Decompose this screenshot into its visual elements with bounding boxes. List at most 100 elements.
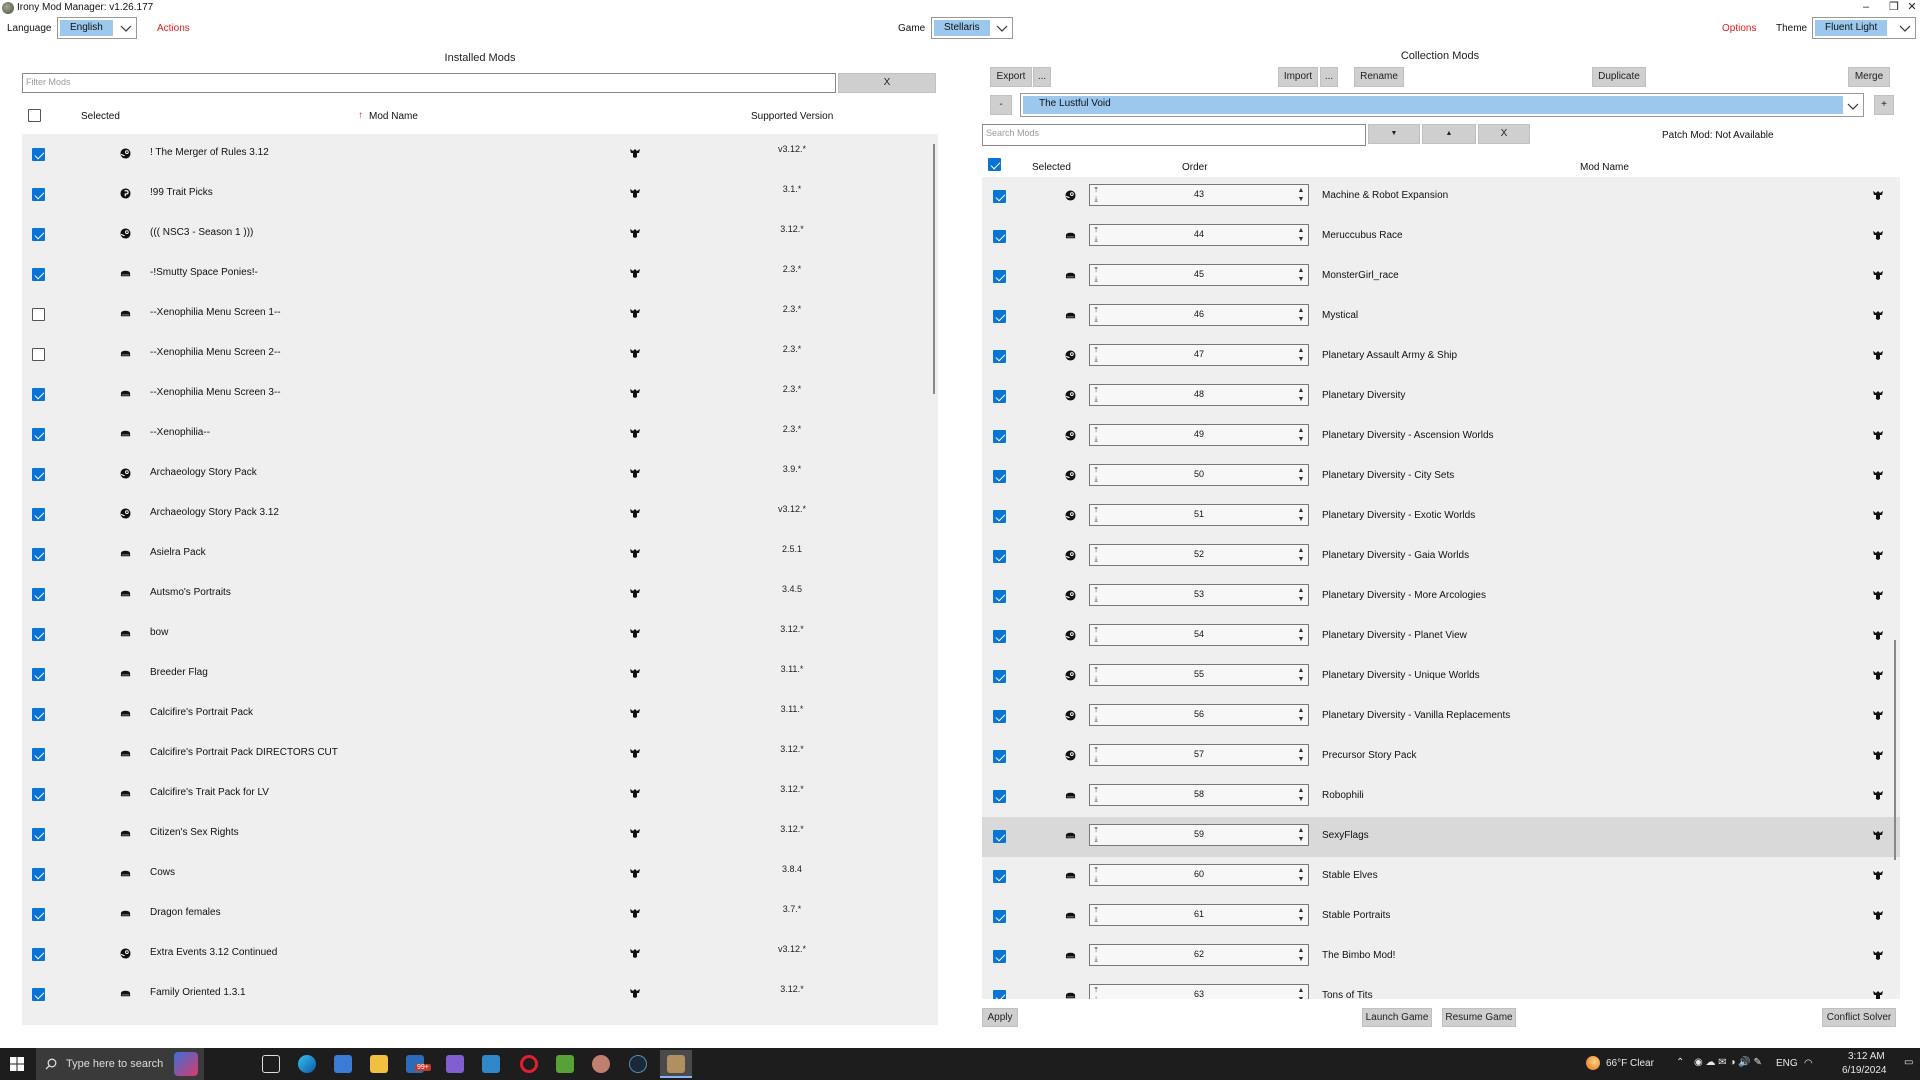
order-stepper[interactable]: ⤒ ⤓ 49 ▲ ▼ — [1089, 424, 1309, 446]
table-row[interactable]: ⤒ ⤓ 48 ▲ ▼ Planetary Diversity — [982, 377, 1900, 417]
order-stepper[interactable]: ⤒ ⤓ 57 ▲ ▼ — [1089, 744, 1309, 766]
table-row[interactable]: --Xenophilia Menu Screen 1-- 2.3.* — [22, 294, 938, 334]
table-row[interactable]: ⤒ ⤓ 50 ▲ ▼ Planetary Diversity - City Sets — [982, 457, 1900, 497]
table-row[interactable]: --Xenophilia Menu Screen 2-- 2.3.* — [22, 334, 938, 374]
order-stepper[interactable]: ⤒ ⤓ 54 ▲ ▼ — [1089, 624, 1309, 646]
clock-date[interactable]: 6/19/2024 — [1842, 1065, 1887, 1076]
table-row[interactable]: Autsmo's Portraits 3.4.5 — [22, 574, 938, 614]
table-row[interactable]: Archaeology Story Pack 3.9.* — [22, 454, 938, 494]
stepper-arrows-icon[interactable]: ▲▼ — [1296, 626, 1306, 644]
import-button[interactable]: Import — [1278, 67, 1318, 87]
mod-select-checkbox[interactable] — [32, 908, 45, 921]
mod-select-checkbox[interactable] — [32, 788, 45, 801]
move-top-bottom-icon[interactable]: ⤒⤓ — [1092, 946, 1100, 964]
search-down-button[interactable]: ▼ — [1368, 124, 1420, 144]
stepper-arrows-icon[interactable]: ▲▼ — [1296, 586, 1306, 604]
table-row[interactable]: ⤒ ⤓ 49 ▲ ▼ Planetary Diversity - Ascension Wo… — [982, 417, 1900, 457]
table-row[interactable]: ⤒ ⤓ 62 ▲ ▼ The Bimbo Mod! — [982, 937, 1900, 977]
mod-select-checkbox[interactable] — [32, 668, 45, 681]
stepper-arrows-icon[interactable]: ▲▼ — [1296, 946, 1306, 964]
table-row[interactable]: ⤒ ⤓ 52 ▲ ▼ Planetary Diversity - Gaia Worlds — [982, 537, 1900, 577]
table-row[interactable]: ((( NSC3 - Season 1 ))) 3.12.* — [22, 214, 938, 254]
order-stepper[interactable]: ⤒ ⤓ 58 ▲ ▼ — [1089, 784, 1309, 806]
order-value[interactable]: 54 — [1110, 629, 1288, 639]
mod-select-checkbox[interactable] — [993, 990, 1006, 999]
mod-select-checkbox[interactable] — [993, 350, 1006, 363]
export-button[interactable]: Export — [990, 67, 1032, 87]
mod-select-checkbox[interactable] — [32, 708, 45, 721]
stepper-arrows-icon[interactable]: ▲▼ — [1296, 786, 1306, 804]
order-value[interactable]: 55 — [1110, 669, 1288, 679]
order-stepper[interactable]: ⤒ ⤓ 47 ▲ ▼ — [1089, 344, 1309, 366]
stepper-arrows-icon[interactable]: ▲▼ — [1296, 266, 1306, 284]
duplicate-button[interactable]: Duplicate — [1592, 67, 1646, 87]
order-stepper[interactable]: ⤒ ⤓ 56 ▲ ▼ — [1089, 704, 1309, 726]
table-row[interactable]: Calcifire's Portrait Pack 3.11.* — [22, 694, 938, 734]
move-top-bottom-icon[interactable]: ⤒⤓ — [1092, 626, 1100, 644]
mod-select-checkbox[interactable] — [32, 188, 45, 201]
options-menu[interactable]: Options — [1722, 23, 1756, 34]
notifications-icon[interactable]: ▭ — [1904, 1057, 1913, 1068]
move-top-bottom-icon[interactable]: ⤒⤓ — [1092, 266, 1100, 284]
table-row[interactable]: Asielra Pack 2.5.1 — [22, 534, 938, 574]
game-select[interactable]: Stellaris — [931, 17, 1013, 39]
mod-select-checkbox[interactable] — [993, 430, 1006, 443]
table-row[interactable]: Calcifire's Portrait Pack DIRECTORS CUT 3… — [22, 734, 938, 774]
table-row[interactable]: ⤒ ⤓ 55 ▲ ▼ Planetary Diversity - Unique World… — [982, 657, 1900, 697]
stepper-arrows-icon[interactable]: ▲▼ — [1296, 426, 1306, 444]
edge-icon[interactable] — [298, 1055, 316, 1073]
table-row[interactable]: Breeder Flag 3.11.* — [22, 654, 938, 694]
apply-button[interactable]: Apply — [982, 1008, 1018, 1027]
order-value[interactable]: 57 — [1110, 749, 1288, 759]
col-mod-name-header[interactable]: Mod Name — [1580, 162, 1629, 173]
installed-scrollbar[interactable] — [933, 144, 935, 394]
mod-select-checkbox[interactable] — [993, 510, 1006, 523]
stepper-arrows-icon[interactable]: ▲▼ — [1296, 986, 1306, 999]
stepper-arrows-icon[interactable]: ▲▼ — [1296, 666, 1306, 684]
mod-select-checkbox[interactable] — [32, 388, 45, 401]
mod-select-checkbox[interactable] — [32, 868, 45, 881]
table-row[interactable]: ⤒ ⤓ 56 ▲ ▼ Planetary Diversity - Vanilla Repl… — [982, 697, 1900, 737]
order-value[interactable]: 48 — [1110, 389, 1288, 399]
order-stepper[interactable]: ⤒ ⤓ 44 ▲ ▼ — [1089, 224, 1309, 246]
table-row[interactable]: ⤒ ⤓ 44 ▲ ▼ Meruccubus Race — [982, 217, 1900, 257]
table-row[interactable]: ⤒ ⤓ 61 ▲ ▼ Stable Portraits — [982, 897, 1900, 937]
order-stepper[interactable]: ⤒ ⤓ 53 ▲ ▼ — [1089, 584, 1309, 606]
order-value[interactable]: 44 — [1110, 229, 1288, 239]
language-select[interactable]: English — [57, 17, 137, 39]
chevron-up-icon[interactable]: ⌃ — [1676, 1057, 1684, 1068]
move-top-bottom-icon[interactable]: ⤒⤓ — [1092, 986, 1100, 999]
game-app-icon[interactable] — [592, 1055, 610, 1073]
add-collection-button[interactable]: + — [1874, 95, 1894, 115]
media-player-icon[interactable] — [446, 1055, 464, 1073]
mod-select-checkbox[interactable] — [32, 548, 45, 561]
mod-select-checkbox[interactable] — [993, 270, 1006, 283]
mod-select-checkbox[interactable] — [993, 550, 1006, 563]
order-value[interactable]: 45 — [1110, 269, 1288, 279]
mod-select-checkbox[interactable] — [993, 590, 1006, 603]
order-value[interactable]: 61 — [1110, 909, 1288, 919]
stepper-arrows-icon[interactable]: ▲▼ — [1296, 746, 1306, 764]
stepper-arrows-icon[interactable]: ▲▼ — [1296, 306, 1306, 324]
col-order-header[interactable]: Order — [1182, 162, 1208, 173]
order-value[interactable]: 60 — [1110, 869, 1288, 879]
mod-select-checkbox[interactable] — [993, 790, 1006, 803]
mod-select-checkbox[interactable] — [993, 190, 1006, 203]
table-row[interactable]: ⤒ ⤓ 43 ▲ ▼ Machine & Robot Expansion — [982, 177, 1900, 217]
mod-select-checkbox[interactable] — [32, 148, 45, 161]
order-stepper[interactable]: ⤒ ⤓ 52 ▲ ▼ — [1089, 544, 1309, 566]
task-view-icon[interactable] — [262, 1055, 280, 1073]
launch-game-button[interactable]: Launch Game — [1362, 1008, 1432, 1027]
order-value[interactable]: 56 — [1110, 709, 1288, 719]
order-value[interactable]: 47 — [1110, 349, 1288, 359]
table-row[interactable]: ⤒⤓ 63 ▲▼ Tons of Tits — [982, 977, 1900, 999]
order-value[interactable]: 46 — [1110, 309, 1288, 319]
order-stepper[interactable]: ⤒ ⤓ 45 ▲ ▼ — [1089, 264, 1309, 286]
language-indicator[interactable]: ENG — [1776, 1058, 1798, 1069]
rename-button[interactable]: Rename — [1354, 67, 1404, 87]
move-top-bottom-icon[interactable]: ⤒⤓ — [1092, 706, 1100, 724]
order-value[interactable]: 58 — [1110, 789, 1288, 799]
stepper-arrows-icon[interactable]: ▲▼ — [1296, 906, 1306, 924]
table-row[interactable]: bow 3.12.* — [22, 614, 938, 654]
mod-select-checkbox[interactable] — [993, 830, 1006, 843]
